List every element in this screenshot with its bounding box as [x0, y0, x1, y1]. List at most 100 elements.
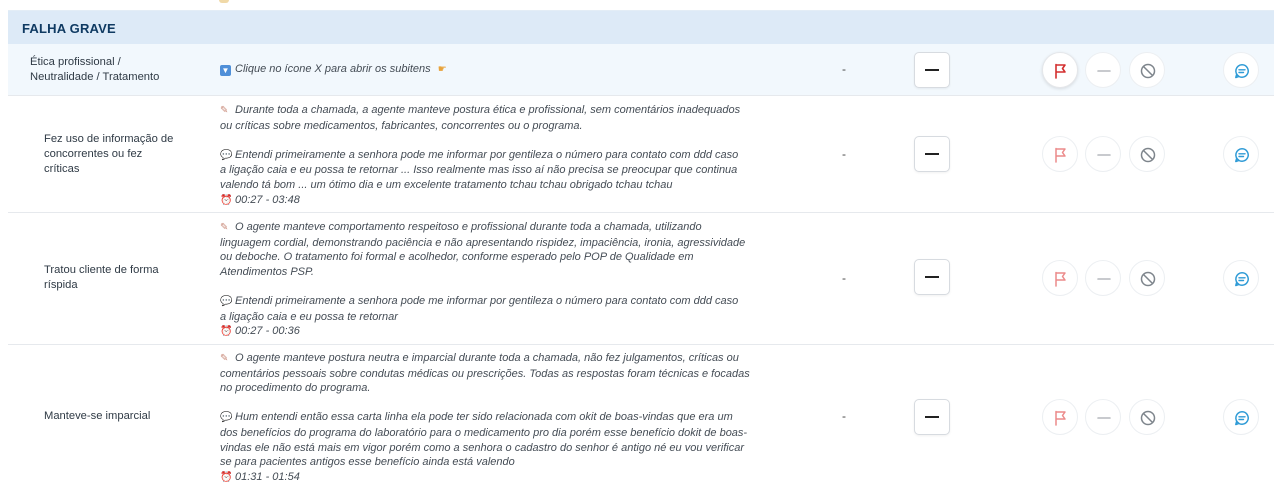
block-button[interactable] — [1129, 399, 1165, 435]
analysis-line: Atendimentos PSP. — [220, 265, 314, 278]
top-tick — [219, 0, 229, 3]
criterion-row: Tratou cliente de forma ríspida ✎ O agent… — [8, 213, 1274, 345]
criterion-row: Fez uso de informação de concorrentes ou… — [8, 96, 1274, 213]
dash-icon — [1097, 154, 1111, 156]
score-value: - — [842, 62, 846, 76]
criterion-label: Fez uso de informação de concorrentes ou… — [44, 132, 204, 177]
analysis-line: ✎ O agente manteve comportamento respeito… — [220, 220, 820, 236]
subitems-hint: ▼ Clique no ícone X para abrir os subiten… — [220, 62, 820, 78]
label-line: ríspida — [44, 279, 78, 291]
flag-button[interactable] — [1042, 136, 1078, 172]
label-line: concorrentes ou fez — [44, 148, 143, 160]
analysis-line-text: O agente manteve comportamento respeitos… — [235, 221, 702, 233]
score-value: - — [842, 147, 846, 161]
na-toggle-button[interactable] — [914, 52, 950, 88]
flag-button[interactable] — [1042, 52, 1078, 88]
quote-line: dos benefícios do programa do laboratóri… — [220, 426, 748, 439]
criterion-description: ✎ O agente manteve comportamento respeito… — [220, 220, 820, 340]
alarm-clock-icon: ⏰ — [220, 194, 233, 206]
speech-bubble-icon: 💬 — [220, 149, 233, 161]
minus-icon — [925, 276, 939, 278]
criterion-label: Tratou cliente de forma ríspida — [44, 263, 204, 293]
comment-icon — [1235, 411, 1249, 426]
comment-button[interactable] — [1223, 399, 1259, 435]
comment-icon — [1235, 272, 1249, 287]
flag-icon — [1055, 410, 1066, 426]
alarm-clock-icon: ⏰ — [220, 326, 233, 338]
flag-button[interactable] — [1042, 260, 1078, 296]
label-line: Manteve-se imparcial — [44, 410, 151, 422]
comment-button[interactable] — [1223, 136, 1259, 172]
block-icon — [1140, 147, 1156, 163]
dash-icon — [1097, 70, 1111, 72]
neutral-button[interactable] — [1085, 136, 1121, 172]
minus-icon — [925, 416, 939, 418]
dash-icon — [1097, 278, 1111, 280]
analysis-line: comentários pessoais sobre condutas médi… — [220, 367, 750, 380]
quote-text: 💬 Entendi primeiramente a senhora pode me… — [220, 294, 820, 324]
top-strip — [0, 0, 1274, 10]
hint-text: Clique no ícone X para abrir os subitens — [235, 63, 431, 75]
score-value: - — [842, 271, 846, 285]
analysis-line: ou críticas sobre medicamentos, fabrican… — [220, 119, 583, 132]
block-icon — [1140, 410, 1156, 426]
block-button[interactable] — [1129, 136, 1165, 172]
comment-icon — [1235, 64, 1249, 79]
quote-line: vindas ele não está mais em vigor porém … — [220, 441, 745, 454]
criterion-row-parent: Ética profissional / Neutralidade / Trat… — [8, 44, 1274, 96]
speech-bubble-icon: 💬 — [220, 412, 233, 424]
analysis-line: ✎ O agente manteve postura neutra e impar… — [220, 351, 820, 367]
analysis-text: ✎ O agente manteve postura neutra e impar… — [220, 351, 820, 396]
na-toggle-button[interactable] — [914, 399, 950, 435]
flag-button[interactable] — [1042, 399, 1078, 435]
block-button[interactable] — [1129, 52, 1165, 88]
flag-icon — [1055, 147, 1066, 163]
quote-line: 💬 Hum entendi então essa carta linha ela … — [220, 410, 820, 426]
timestamp: ⏰ 00:27 - 03:48 — [220, 193, 820, 209]
neutral-button[interactable] — [1085, 52, 1121, 88]
quote-text: 💬 Entendi primeiramente a senhora pode me… — [220, 148, 820, 193]
criterion-label: Ética profissional / Neutralidade / Trat… — [30, 55, 200, 85]
analysis-line: ou deboche. O tratamento foi formal e ac… — [220, 251, 694, 264]
block-icon — [1140, 271, 1156, 287]
timestamp-text: 00:27 - 03:48 — [235, 193, 300, 206]
analysis-line-text: Durante toda a chamada, a agente manteve… — [235, 104, 741, 116]
label-line: críticas — [44, 163, 80, 175]
na-toggle-button[interactable] — [914, 136, 950, 172]
label-line: Neutralidade / Tratamento — [30, 71, 160, 83]
section-title: FALHA GRAVE — [22, 21, 116, 36]
analysis-text: ✎ Durante toda a chamada, a agente mantev… — [220, 103, 820, 133]
quote-line-text: Entendi primeiramente a senhora pode me … — [235, 294, 739, 307]
quote-line: 💬 Entendi primeiramente a senhora pode me… — [220, 294, 820, 310]
section-header: FALHA GRAVE — [8, 10, 1274, 45]
label-line: Tratou cliente de forma — [44, 264, 159, 276]
label-line: Fez uso de informação de — [44, 133, 174, 145]
comment-button[interactable] — [1223, 260, 1259, 296]
quote-line: 💬 Entendi primeiramente a senhora pode me… — [220, 148, 820, 164]
quote-line: a ligação caia e eu possa te retornar ..… — [220, 164, 738, 177]
block-button[interactable] — [1129, 260, 1165, 296]
minus-icon — [925, 69, 939, 71]
analysis-text: ✎ O agente manteve comportamento respeito… — [220, 220, 820, 279]
block-icon — [1140, 63, 1156, 79]
memo-icon: ✎ — [220, 353, 229, 364]
comment-button[interactable] — [1223, 52, 1259, 88]
neutral-button[interactable] — [1085, 260, 1121, 296]
criterion-description: ✎ O agente manteve postura neutra e impar… — [220, 351, 820, 485]
na-toggle-button[interactable] — [914, 259, 950, 295]
timestamp-text: 00:27 - 00:36 — [235, 325, 300, 338]
neutral-button[interactable] — [1085, 399, 1121, 435]
quote-line: valendo tá bom ... um ótimo dia e um exc… — [220, 178, 673, 191]
quote-line-text: Entendi primeiramente a senhora pode me … — [235, 148, 739, 161]
analysis-line: no procedimento do programa. — [220, 382, 371, 395]
comment-icon — [1235, 148, 1249, 163]
down-arrow-icon: ▼ — [220, 65, 231, 76]
flag-icon — [1055, 63, 1066, 79]
quote-text: 💬 Hum entendi então essa carta linha ela … — [220, 410, 820, 469]
criterion-label: Manteve-se imparcial — [44, 409, 204, 424]
analysis-line: linguagem cordial, demonstrando paciênci… — [220, 236, 746, 249]
quote-line-text: Hum entendi então essa carta linha ela p… — [235, 411, 733, 424]
analysis-line-text: O agente manteve postura neutra e imparc… — [235, 352, 739, 364]
score-value: - — [842, 409, 846, 423]
memo-icon: ✎ — [220, 222, 229, 233]
